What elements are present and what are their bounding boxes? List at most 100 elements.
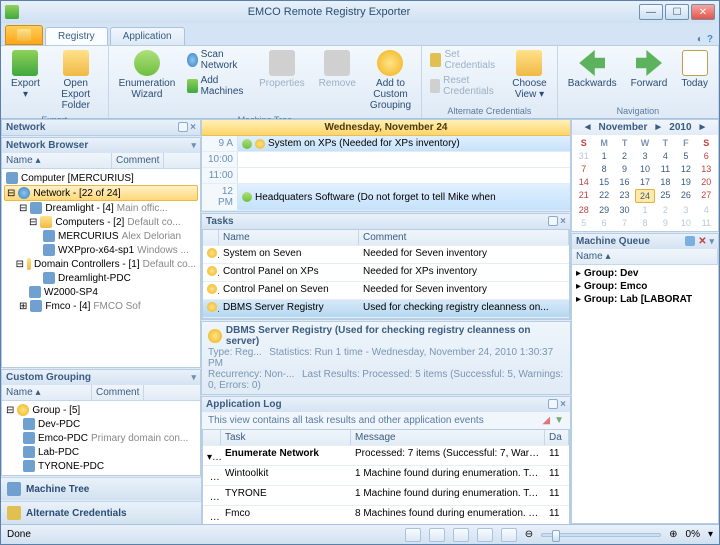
cal-day[interactable]: 2 <box>656 204 675 216</box>
cal-day[interactable]: 4 <box>656 150 675 162</box>
cal-day[interactable]: 18 <box>656 176 675 188</box>
cal-day[interactable]: 5 <box>574 217 593 229</box>
maximize-button[interactable]: ☐ <box>665 4 689 20</box>
alt-credentials-nav-button[interactable]: Alternate Credentials <box>1 501 201 524</box>
cal-day[interactable]: 3 <box>676 204 695 216</box>
add-machines-button[interactable]: Add Machines <box>185 74 249 98</box>
cal-day[interactable]: 6 <box>697 150 716 162</box>
tree-item[interactable]: ⊟ Domain Controllers - [1] Default co... <box>4 257 198 271</box>
tree-item[interactable]: ⊞ Fmco - [4] FMCO Sof <box>4 299 198 313</box>
pin-icon[interactable] <box>178 122 188 132</box>
close-button[interactable]: ✕ <box>691 4 715 20</box>
cal-day[interactable]: 14 <box>574 176 593 188</box>
cal-day[interactable]: 7 <box>615 217 634 229</box>
app-menu-button[interactable] <box>5 25 43 45</box>
forward-button[interactable]: Forward <box>627 48 672 91</box>
cal-day[interactable]: 23 <box>615 189 634 203</box>
app-log-header[interactable]: Application Log× <box>202 397 570 412</box>
cal-day[interactable]: 10 <box>635 163 654 175</box>
backwards-button[interactable]: Backwards <box>564 48 621 91</box>
close-icon[interactable]: × <box>190 122 196 133</box>
col-name[interactable]: Name ▴ <box>572 249 718 264</box>
queue-list[interactable]: ▸ Group: Dev ▸ Group: Emco ▸ Group: Lab … <box>572 265 718 523</box>
view-btn-1[interactable] <box>405 528 421 542</box>
list-item[interactable]: ▸ Group: Dev <box>574 267 716 280</box>
cal-day[interactable]: 17 <box>635 176 654 188</box>
cal-day[interactable]: 15 <box>594 176 613 188</box>
slider-thumb[interactable] <box>552 530 560 542</box>
table-row[interactable]: ⓘFmco8 Machines found during enumeration… <box>203 506 569 524</box>
queue-icon[interactable] <box>685 236 695 246</box>
today-button[interactable]: Today <box>677 48 712 91</box>
cal-day[interactable]: 31 <box>574 150 593 162</box>
cal-day[interactable]: 27 <box>697 189 716 203</box>
pin-icon[interactable] <box>548 399 558 409</box>
cal-day[interactable]: 1 <box>635 204 654 216</box>
cal-next-year[interactable]: ► <box>698 122 708 133</box>
tree-item[interactable]: Dev-PDC <box>4 417 198 431</box>
col-comment[interactable]: Comment <box>112 153 164 168</box>
cal-day[interactable]: 8 <box>635 217 654 229</box>
cal-day[interactable]: 2 <box>615 150 634 162</box>
list-item[interactable]: ▸ Group: Lab [LABORAT <box>574 293 716 306</box>
calendar-grid[interactable]: SMTWTFS311234567891011121314151617181920… <box>572 135 718 231</box>
close-icon[interactable]: × <box>560 399 566 410</box>
tab-registry[interactable]: Registry <box>45 27 108 45</box>
tree-item[interactable]: WXPpro-x64-sp1 Windows ... <box>4 243 198 257</box>
enumeration-wizard-button[interactable]: Enumeration Wizard <box>115 48 180 102</box>
table-row[interactable]: Control Panel on SevenNeeded for Seven i… <box>203 282 569 300</box>
cal-day[interactable]: 9 <box>656 217 675 229</box>
export-button[interactable]: Export ▾ <box>7 48 44 102</box>
col-date[interactable]: Da <box>545 430 569 445</box>
col-message[interactable]: Message <box>351 430 545 445</box>
list-item[interactable]: ▸ Group: Emco <box>574 280 716 293</box>
view-btn-4[interactable] <box>477 528 493 542</box>
table-row[interactable]: Control Panel on XPsNeeded for XPs inven… <box>203 264 569 282</box>
schedule-slot[interactable] <box>238 152 570 167</box>
cal-day[interactable]: 11 <box>656 163 675 175</box>
tree-item[interactable]: Dreamlight-PDC <box>4 271 198 285</box>
cal-day[interactable]: 19 <box>676 176 695 188</box>
cal-day[interactable]: 4 <box>697 204 716 216</box>
machine-tree-nav-button[interactable]: Machine Tree <box>1 477 201 500</box>
delete-icon[interactable]: ✕ <box>697 236 707 246</box>
view-btn-3[interactable] <box>453 528 469 542</box>
cal-day[interactable]: 5 <box>676 150 695 162</box>
tree-item[interactable]: MERCURIUS Alex Delorian <box>4 229 198 243</box>
tree-item[interactable]: Lab-PDC <box>4 445 198 459</box>
cal-next[interactable]: ► <box>653 122 663 133</box>
schedule-slot[interactable] <box>238 168 570 183</box>
cal-prev[interactable]: ◄ <box>583 122 593 133</box>
cal-day[interactable]: 24 <box>635 189 654 203</box>
table-row[interactable]: System on SevenNeeded for Seven inventor… <box>203 246 569 264</box>
zoom-out[interactable]: ⊖ <box>525 529 533 540</box>
col-comment[interactable]: Comment <box>92 385 144 400</box>
cal-day[interactable]: 3 <box>635 150 654 162</box>
cal-month[interactable]: November <box>598 122 647 133</box>
tree-item[interactable]: ⊟ Group - [5] <box>4 403 198 417</box>
tree-item[interactable]: ⊟Network - [22 of 24] <box>4 185 198 201</box>
table-row[interactable]: ⓘWintoolkit1 Machine found during enumer… <box>203 466 569 486</box>
help-icon[interactable]: ? <box>707 34 713 45</box>
minimize-button[interactable]: — <box>639 4 663 20</box>
table-row[interactable]: ⓘTYRONE1 Machine found during enumeratio… <box>203 486 569 506</box>
cal-day[interactable]: 8 <box>594 163 613 175</box>
tree-item[interactable]: ⊟ Dreamlight - [4] Main offic... <box>4 201 198 215</box>
cal-day[interactable]: 26 <box>676 189 695 203</box>
tasks-header[interactable]: Tasks× <box>202 214 570 229</box>
tree-item[interactable]: W2000-SP4 <box>4 285 198 299</box>
view-btn-5[interactable] <box>501 528 517 542</box>
tree-item[interactable]: TYRONE-PDC <box>4 459 198 473</box>
network-browser-header[interactable]: Network Browser▾ <box>2 138 200 153</box>
tree-item[interactable]: Emco-PDC Primary domain con... <box>4 431 198 445</box>
cal-day[interactable]: 13 <box>697 163 716 175</box>
cal-day[interactable]: 22 <box>594 189 613 203</box>
style-icon[interactable]: ◐ <box>697 34 703 45</box>
network-tree[interactable]: Computer [MERCURIUS] ⊟Network - [22 of 2… <box>2 169 200 367</box>
filter-icon[interactable]: ▼ <box>554 415 564 426</box>
cal-day[interactable]: 28 <box>574 204 593 216</box>
close-icon[interactable]: × <box>560 216 566 227</box>
schedule-event[interactable]: System on XPs (Needed for XPs inventory) <box>238 136 570 151</box>
cal-day[interactable]: 30 <box>615 204 634 216</box>
choose-view-button[interactable]: Choose View ▾ <box>508 48 550 102</box>
